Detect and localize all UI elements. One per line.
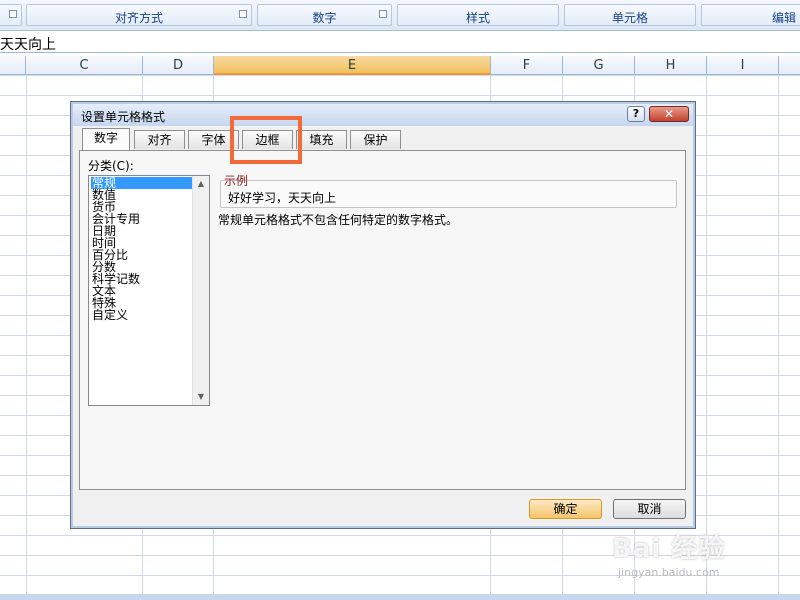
category-label: 分类(C): <box>88 159 134 173</box>
ribbon-group-number: 数字 <box>257 4 392 26</box>
ribbon-group-label: 数字 <box>312 11 337 25</box>
sample-value: 好好学习，天天向上 <box>228 191 337 205</box>
ribbon-group-label: 对齐方式 <box>114 11 163 25</box>
ribbon-group-styles: 样式 <box>397 4 559 26</box>
status-bar <box>0 594 800 600</box>
watermark-logo: Bai 经验 <box>612 534 726 564</box>
column-header-i[interactable]: I <box>707 56 779 75</box>
ribbon-group-label: 样式 <box>465 11 490 25</box>
dialog-launcher-icon[interactable] <box>239 10 247 18</box>
ribbon-group-label: 单元格 <box>611 11 648 25</box>
list-scrollbar[interactable]: ▲ ▼ <box>192 176 209 405</box>
sample-label: 示例 <box>224 174 249 188</box>
tab-protection[interactable]: 保护 <box>350 130 401 149</box>
column-header-e[interactable]: E <box>214 56 491 75</box>
ribbon-group-cells: 单元格 <box>564 4 696 26</box>
tab-alignment[interactable]: 对齐 <box>134 130 185 149</box>
column-header-blank[interactable] <box>0 56 26 75</box>
column-header-h[interactable]: H <box>635 56 707 75</box>
column-header-f[interactable]: F <box>491 56 563 75</box>
dialog-launcher-icon[interactable] <box>9 10 17 18</box>
formula-bar-value: 天天向上 <box>0 37 56 53</box>
dialog-title: 设置单元格格式 <box>81 110 166 124</box>
grid-line <box>706 75 707 600</box>
ribbon-group-label: 编辑 <box>771 11 796 25</box>
ribbon-bar: 对齐方式 数字 样式 单元格 编辑 <box>0 0 800 31</box>
ribbon-group-clipboard-edge <box>0 4 22 26</box>
format-description: 常规单元格格式不包含任何特定的数字格式。 <box>218 213 459 227</box>
formula-bar[interactable]: 天天向上 <box>0 32 800 53</box>
annotation-highlight-box <box>230 116 302 164</box>
close-button[interactable]: ✕ <box>649 106 689 122</box>
ribbon-group-alignment: 对齐方式 <box>26 4 252 26</box>
column-header-next[interactable] <box>779 56 800 75</box>
tab-fill[interactable]: 填充 <box>296 130 347 149</box>
ok-button[interactable]: 确定 <box>529 499 602 519</box>
column-header-c[interactable]: C <box>26 56 143 75</box>
cancel-button[interactable]: 取消 <box>613 499 686 519</box>
dialog-launcher-icon[interactable] <box>379 10 387 18</box>
watermark-url: jingyan.baidu.com <box>618 566 720 579</box>
dialog-titlebar[interactable]: 设置单元格格式 ? ✕ <box>73 104 693 126</box>
help-button[interactable]: ? <box>627 106 645 122</box>
ribbon-group-editing: 编辑 <box>701 4 800 26</box>
grid-line <box>778 75 779 600</box>
scroll-down-icon[interactable]: ▼ <box>193 389 209 405</box>
category-listbox[interactable]: 常规 数值 货币 会计专用 日期 时间 百分比 分数 科学记数 文本 特殊 自定… <box>88 175 210 406</box>
grid-line <box>26 75 27 600</box>
scroll-up-icon[interactable]: ▲ <box>193 176 209 192</box>
column-header-d[interactable]: D <box>143 56 214 75</box>
tab-number[interactable]: 数字 <box>82 128 130 150</box>
list-item[interactable]: 自定义 <box>91 309 129 321</box>
column-header-g[interactable]: G <box>563 56 635 75</box>
